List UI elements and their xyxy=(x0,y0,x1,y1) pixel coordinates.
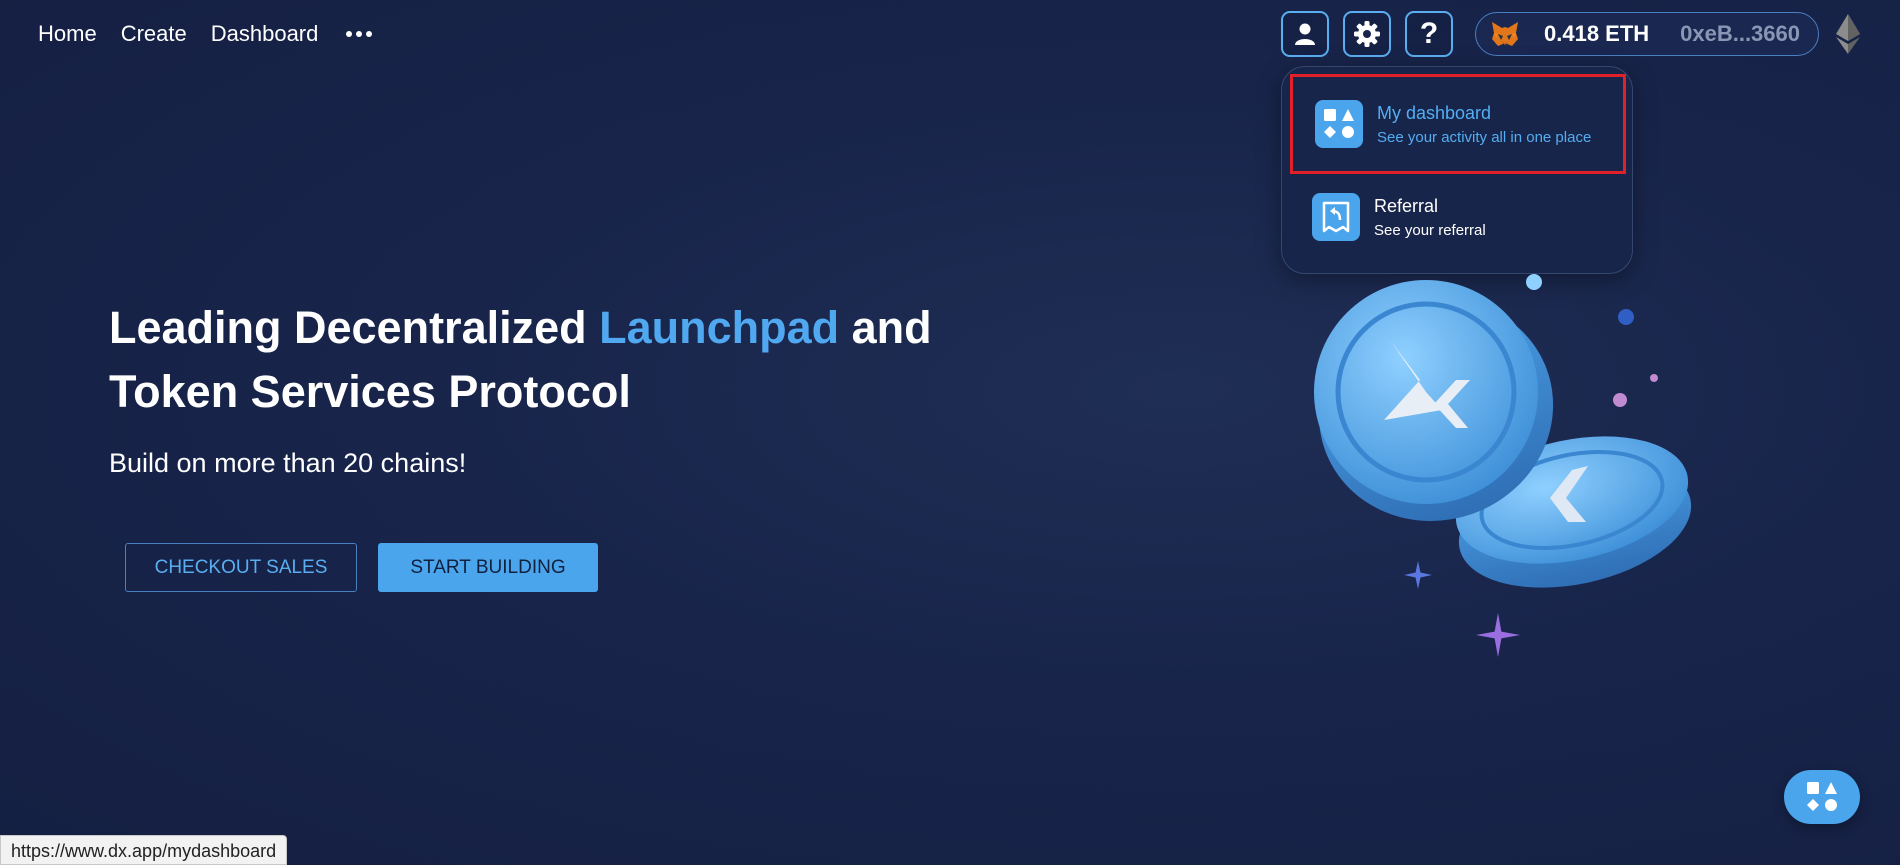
status-bar-url: https://www.dx.app/mydashboard xyxy=(0,835,288,865)
menu-item-title: Referral xyxy=(1374,195,1439,216)
ethereum-icon[interactable] xyxy=(1836,14,1860,54)
metamask-fox-icon xyxy=(1492,22,1518,46)
nav-home-link[interactable]: Home xyxy=(38,21,97,47)
hero-title: Leading Decentralized Launchpad and Toke… xyxy=(109,296,1009,424)
user-dropdown-menu: My dashboard See your activity all in on… xyxy=(1281,66,1633,274)
menu-item-title: My dashboard xyxy=(1377,102,1492,123)
referral-icon xyxy=(1312,193,1360,241)
nav-links: Home Create Dashboard xyxy=(38,20,373,48)
hero-title-part2: and xyxy=(839,302,932,353)
floating-dashboard-button[interactable] xyxy=(1784,770,1860,824)
checkout-sales-button[interactable]: CHECKOUT SALES xyxy=(125,543,357,592)
gear-icon xyxy=(1354,21,1380,47)
top-navbar: Home Create Dashboard ? 0.418 ETH 0xeB..… xyxy=(0,0,1900,68)
menu-item-subtitle: See your activity all in one place xyxy=(1377,128,1592,146)
user-button[interactable] xyxy=(1281,11,1329,57)
nav-dashboard-link[interactable]: Dashboard xyxy=(211,21,319,47)
hero-title-accent: Launchpad xyxy=(599,302,840,353)
coins-illustration xyxy=(1314,274,1692,657)
menu-item-my-dashboard[interactable]: My dashboard See your activity all in on… xyxy=(1290,74,1626,174)
help-button[interactable]: ? xyxy=(1405,11,1453,57)
user-icon xyxy=(1295,23,1315,45)
menu-item-subtitle: See your referral xyxy=(1374,221,1486,239)
shapes-icon xyxy=(1807,782,1837,811)
nav-create-link[interactable]: Create xyxy=(121,21,187,47)
more-horizontal-icon[interactable] xyxy=(346,20,373,48)
wallet-button[interactable]: 0.418 ETH 0xeB...3660 xyxy=(1475,12,1819,56)
wallet-balance: 0.418 ETH xyxy=(1544,21,1650,46)
hero-subtitle: Build on more than 20 chains! xyxy=(109,448,467,478)
shapes-icon xyxy=(1315,100,1363,148)
menu-item-referral[interactable]: Referral See your referral xyxy=(1290,167,1626,267)
help-icon: ? xyxy=(1419,17,1439,50)
hero-title-part1: Leading Decentralized xyxy=(109,302,600,353)
hero-title-line2: Token Services Protocol xyxy=(109,366,631,417)
settings-button[interactable] xyxy=(1343,11,1391,57)
wallet-address: 0xeB...3660 xyxy=(1680,21,1800,46)
start-building-button[interactable]: START BUILDING xyxy=(378,543,598,592)
